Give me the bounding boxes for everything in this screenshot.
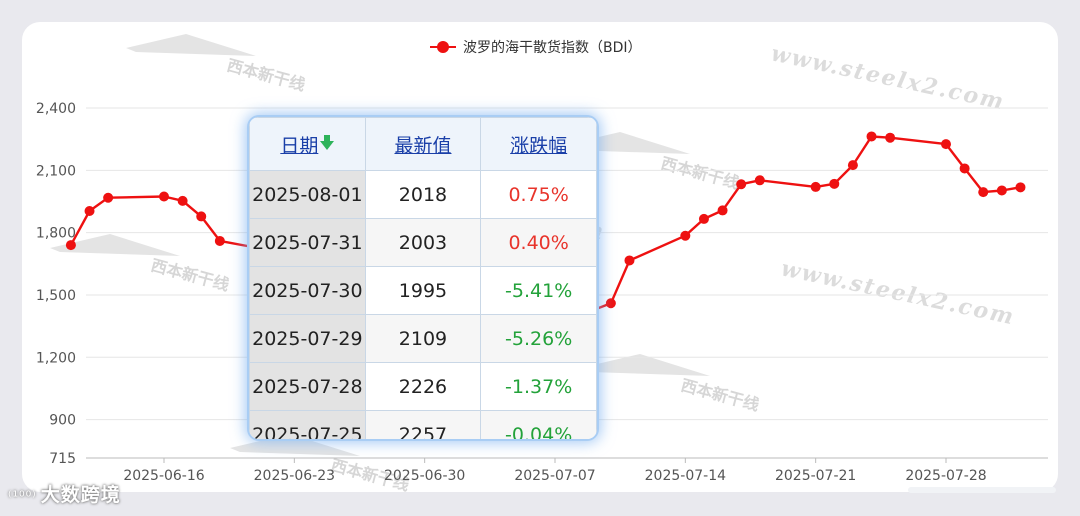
data-point[interactable] [736,179,747,190]
data-point[interactable] [698,213,709,224]
bdi-data-table: 日期 最新值 涨跌幅 2025-08-01 2018 0.75% 2025-07-31… [249,117,597,439]
row-change: -0.04% [480,410,597,439]
y-tick-label: 1,500 [36,288,76,304]
row-change: 0.75% [480,170,597,219]
x-tick-label: 2025-06-23 [254,468,335,484]
data-point[interactable] [717,205,728,216]
watermark-logo-icon [126,34,256,56]
brand-name: 大数跨境 [40,484,121,506]
data-point[interactable] [103,192,114,203]
row-change: -1.37% [480,362,597,411]
brand-mark-icon: ⁽¹⁰⁰⁾ [8,489,37,505]
y-tick-label: 1,200 [36,350,76,366]
x-tick-label: 2025-07-28 [905,468,986,484]
x-tick-label: 2025-07-21 [775,468,856,484]
data-point[interactable] [978,187,989,198]
data-point[interactable] [196,211,207,222]
row-value: 2018 [364,170,482,219]
sort-down-arrow-icon[interactable] [320,134,335,150]
data-point[interactable] [996,185,1007,196]
y-axis-ticks: 715 900 1,200 1,500 1,800 2,100 2,400 [36,101,76,467]
data-point[interactable] [84,206,95,217]
y-tick-label: 900 [49,413,76,429]
x-tick-label: 2025-07-14 [645,468,726,484]
row-value: 2003 [364,218,482,267]
legend-marker [437,41,449,53]
row-date: 2025-07-30 [249,266,366,315]
column-header-value[interactable]: 最新值 [364,117,482,171]
horizontal-scrollbar[interactable] [908,487,1056,493]
row-value: 1995 [364,266,482,315]
logo-watermark: 西本新干线 [659,154,741,193]
row-value: 2109 [364,314,482,363]
logo-watermark: 西本新干线 [679,376,761,415]
table-row: 2025-07-31 2003 0.40% [249,218,597,267]
x-axis-ticks: 2025-06-16 2025-06-23 2025-06-30 2025-07-07… [123,458,987,484]
column-header-date[interactable]: 日期 [249,117,366,171]
data-point[interactable] [754,175,765,186]
y-tick-label: 715 [49,451,76,467]
logo-watermark: 西本新干线 [149,256,231,295]
data-table-popup[interactable]: 日期 最新值 涨跌幅 2025-08-01 2018 0.75% 2025-07-31… [249,117,597,439]
data-point[interactable] [829,178,840,189]
logo-watermark: 西本新干线 [225,56,307,95]
table-row: 2025-07-29 2109 -5.26% [249,314,597,363]
x-tick-label: 2025-06-16 [123,468,204,484]
data-point[interactable] [810,181,821,192]
data-point[interactable] [624,255,635,266]
row-change: -5.26% [480,314,597,363]
row-value: 2226 [364,362,482,411]
row-value: 2257 [364,410,482,439]
row-date: 2025-08-01 [249,170,366,219]
table-row: 2025-08-01 2018 0.75% [249,170,597,219]
data-point[interactable] [1015,182,1026,193]
data-point[interactable] [65,240,76,251]
data-point[interactable] [177,195,188,206]
data-point[interactable] [847,160,858,171]
table-row: 2025-07-30 1995 -5.41% [249,266,597,315]
x-tick-label: 2025-06-30 [384,468,465,484]
chart-legend[interactable]: 波罗的海干散货指数（BDI） [430,39,642,56]
data-point[interactable] [605,298,616,309]
row-date: 2025-07-25 [249,410,366,439]
data-point[interactable] [214,235,225,246]
data-point[interactable] [159,191,169,202]
data-point[interactable] [866,131,877,142]
row-change: -5.41% [480,266,597,315]
column-header-change[interactable]: 涨跌幅 [480,117,597,171]
y-tick-label: 2,400 [36,101,76,117]
row-date: 2025-07-31 [249,218,366,267]
row-date: 2025-07-29 [249,314,366,363]
y-tick-label: 2,100 [36,163,76,179]
y-tick-label: 1,800 [36,226,76,242]
x-tick-label: 2025-07-07 [514,468,595,484]
data-point[interactable] [680,230,691,241]
row-date: 2025-07-28 [249,362,366,411]
brand-watermark: ⁽¹⁰⁰⁾ 大数跨境 [8,480,121,507]
row-change: 0.40% [480,218,597,267]
table-row: 2025-07-25 2257 -0.04% [249,410,597,439]
site-watermark: www.steelx2.com [769,40,1008,115]
data-point[interactable] [885,132,896,143]
table-row: 2025-07-28 2226 -1.37% [249,362,597,411]
data-point[interactable] [959,163,970,174]
legend-label: 波罗的海干散货指数（BDI） [463,39,642,56]
data-point[interactable] [941,139,951,150]
site-watermark: www.steelx2.com [779,255,1018,330]
